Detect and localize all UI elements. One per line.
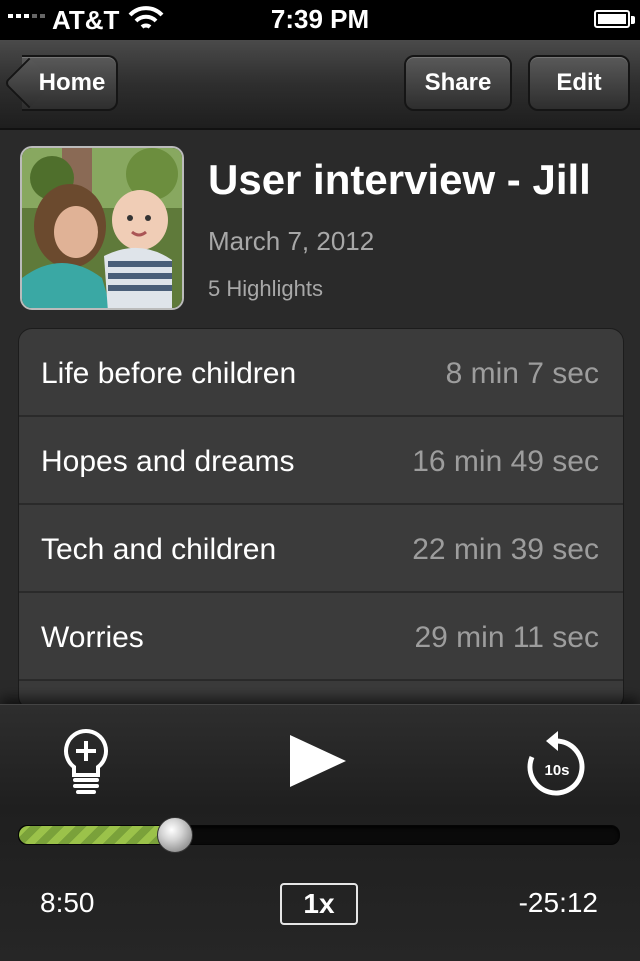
list-item[interactable]: Tech and children 22 min 39 sec bbox=[19, 505, 623, 593]
list-item[interactable]: Life before children 8 min 7 sec bbox=[19, 329, 623, 417]
highlights-list: Life before children 8 min 7 sec Hopes a… bbox=[18, 328, 624, 710]
highlight-label: Hopes and dreams bbox=[41, 445, 295, 478]
list-item[interactable]: Worries 29 min 11 sec bbox=[19, 593, 623, 681]
edit-label: Edit bbox=[556, 69, 602, 96]
list-item[interactable]: Hopes and dreams 16 min 49 sec bbox=[19, 417, 623, 505]
elapsed-time: 8:50 bbox=[40, 887, 95, 918]
home-back-button[interactable]: Home bbox=[3, 55, 118, 111]
playback-scrubber-knob[interactable] bbox=[157, 817, 193, 853]
share-label: Share bbox=[424, 69, 492, 96]
status-bar: AT&T 7:39 PM bbox=[0, 0, 640, 40]
playback-progress-track[interactable] bbox=[18, 817, 620, 853]
navigation-bar: Home Share Edit bbox=[0, 40, 640, 130]
audio-player: 10s 8:50 1x -25:12 bbox=[0, 704, 640, 961]
remaining-time: -25:12 bbox=[518, 887, 598, 918]
highlight-label: Worries bbox=[41, 621, 144, 654]
skip-back-10s-icon: 10s bbox=[527, 731, 585, 796]
play-icon[interactable] bbox=[284, 731, 350, 791]
add-highlight-bulb-icon[interactable] bbox=[58, 727, 114, 797]
recording-thumbnail bbox=[20, 146, 184, 310]
highlights-count: 5 Highlights bbox=[208, 276, 323, 301]
status-time: 7:39 PM bbox=[270, 4, 370, 34]
highlight-duration: 8 min 7 sec bbox=[445, 357, 599, 390]
highlight-label: Life before children bbox=[41, 357, 297, 390]
battery-icon bbox=[594, 10, 635, 28]
highlight-label: Tech and children bbox=[41, 533, 277, 566]
recording-title: User interview - Jill bbox=[208, 156, 591, 203]
highlight-duration: 22 min 39 sec bbox=[412, 533, 599, 566]
home-back-label: Home bbox=[38, 69, 106, 96]
playback-speed-button[interactable]: 1x bbox=[280, 883, 358, 925]
skip-back-10s-button[interactable]: 10s bbox=[524, 729, 588, 797]
edit-button[interactable]: Edit bbox=[528, 55, 630, 111]
playback-progress-fill bbox=[19, 826, 175, 844]
share-button[interactable]: Share bbox=[404, 55, 512, 111]
skip-back-label: 10s bbox=[544, 762, 569, 779]
recording-date: March 7, 2012 bbox=[208, 226, 375, 256]
highlight-duration: 29 min 11 sec bbox=[414, 621, 599, 654]
highlight-duration: 16 min 49 sec bbox=[412, 445, 599, 478]
